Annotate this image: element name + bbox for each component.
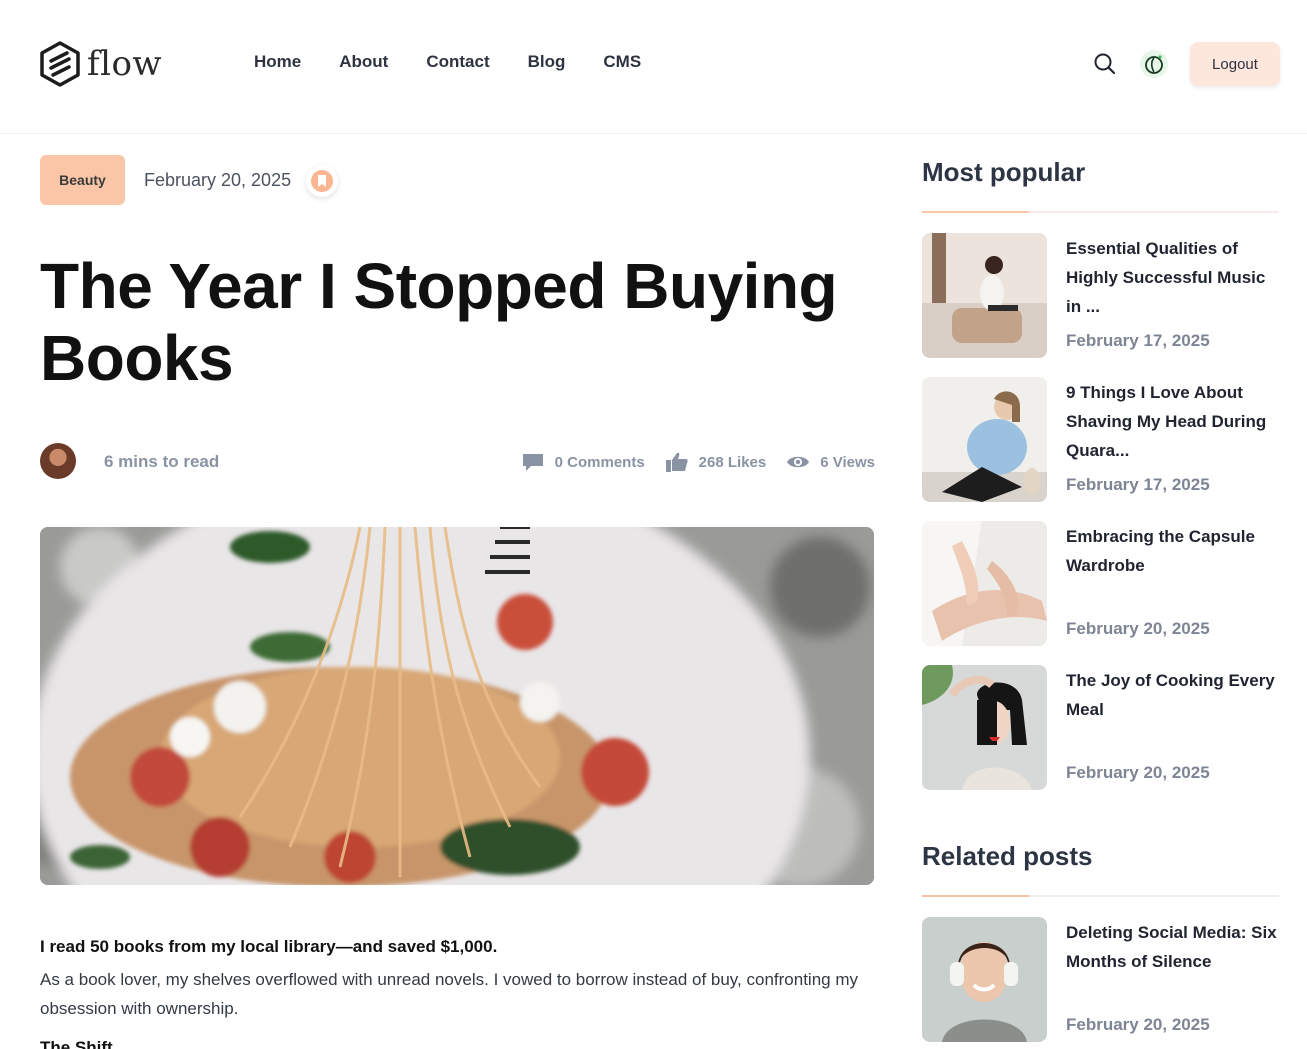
popular-post-title[interactable]: 9 Things I Love About Shaving My Head Du… bbox=[1066, 378, 1281, 465]
post-lead: I read 50 books from my local library—an… bbox=[40, 937, 498, 956]
logo[interactable]: flow bbox=[39, 41, 162, 87]
popular-post-title[interactable]: The Joy of Cooking Every Meal bbox=[1066, 666, 1281, 724]
post-body: As a book lover, my shelves overflowed w… bbox=[40, 970, 858, 1018]
popular-post-date: February 20, 2025 bbox=[1066, 763, 1210, 782]
nav-blog[interactable]: Blog bbox=[528, 52, 566, 72]
flow-logo-icon bbox=[40, 41, 80, 87]
bookmark-button[interactable] bbox=[306, 165, 338, 197]
search-icon[interactable] bbox=[1093, 52, 1117, 76]
theme-toggle-icon[interactable] bbox=[1140, 50, 1168, 78]
popular-card[interactable]: 9 Things I Love About Shaving My Head Du… bbox=[922, 377, 1282, 502]
read-time: 6 mins to read bbox=[104, 452, 220, 471]
post-title: The Year I Stopped Buying Books bbox=[40, 250, 838, 394]
related-card[interactable]: Deleting Social Media: Six Months of Sil… bbox=[922, 917, 1282, 1042]
nav-cms[interactable]: CMS bbox=[603, 52, 641, 72]
popular-card[interactable]: Essential Qualities of Highly Successful… bbox=[922, 233, 1282, 358]
section-divider bbox=[922, 211, 1279, 213]
popular-card[interactable]: The Joy of Cooking Every Meal February 2… bbox=[922, 665, 1282, 790]
views-count: 6 Views bbox=[820, 453, 875, 471]
views-stat: 6 Views bbox=[786, 454, 875, 471]
logout-button[interactable]: Logout bbox=[1190, 42, 1280, 86]
category-badge[interactable]: Beauty bbox=[40, 155, 125, 205]
comments-stat[interactable]: 0 Comments bbox=[521, 452, 645, 472]
comment-icon bbox=[522, 454, 543, 471]
related-posts-heading: Related posts bbox=[922, 841, 1093, 871]
section-divider bbox=[922, 895, 1279, 897]
comments-count: 0 Comments bbox=[554, 453, 645, 471]
likes-count: 268 Likes bbox=[698, 453, 767, 471]
post-thumbnail[interactable] bbox=[922, 233, 1047, 358]
post-thumbnail[interactable] bbox=[922, 917, 1047, 1042]
post-stats: 0 Comments 268 Likes 6 Views bbox=[501, 451, 875, 473]
nav-home[interactable]: Home bbox=[254, 52, 301, 72]
popular-post-date: February 20, 2025 bbox=[1066, 619, 1210, 638]
main-nav: Home About Contact Blog CMS bbox=[254, 52, 679, 72]
popular-card[interactable]: Embracing the Capsule Wardrobe February … bbox=[922, 521, 1282, 646]
thumbs-up-icon bbox=[665, 452, 688, 472]
site-header: flow Home About Contact Blog CMS Logout bbox=[0, 0, 1307, 134]
related-post-date: February 20, 2025 bbox=[1066, 1015, 1210, 1034]
nav-about[interactable]: About bbox=[339, 52, 388, 72]
nav-contact[interactable]: Contact bbox=[426, 52, 489, 72]
likes-stat[interactable]: 268 Likes bbox=[665, 451, 767, 473]
related-post-title[interactable]: Deleting Social Media: Six Months of Sil… bbox=[1066, 918, 1281, 976]
bookmark-icon bbox=[318, 175, 326, 187]
post-thumbnail[interactable] bbox=[922, 377, 1047, 502]
post-thumbnail[interactable] bbox=[922, 665, 1047, 790]
popular-post-date: February 17, 2025 bbox=[1066, 475, 1210, 494]
post-thumbnail[interactable] bbox=[922, 521, 1047, 646]
popular-post-title[interactable]: Essential Qualities of Highly Successful… bbox=[1066, 234, 1281, 321]
popular-post-title[interactable]: Embracing the Capsule Wardrobe bbox=[1066, 522, 1281, 580]
author-avatar[interactable] bbox=[40, 443, 76, 479]
hero-image bbox=[40, 527, 874, 885]
popular-post-date: February 17, 2025 bbox=[1066, 331, 1210, 350]
post-subheading: The Shift bbox=[40, 1038, 113, 1049]
most-popular-heading: Most popular bbox=[922, 157, 1086, 187]
brand-name: flow bbox=[87, 44, 163, 84]
eye-icon bbox=[787, 456, 810, 468]
post-date: February 20, 2025 bbox=[144, 170, 292, 190]
